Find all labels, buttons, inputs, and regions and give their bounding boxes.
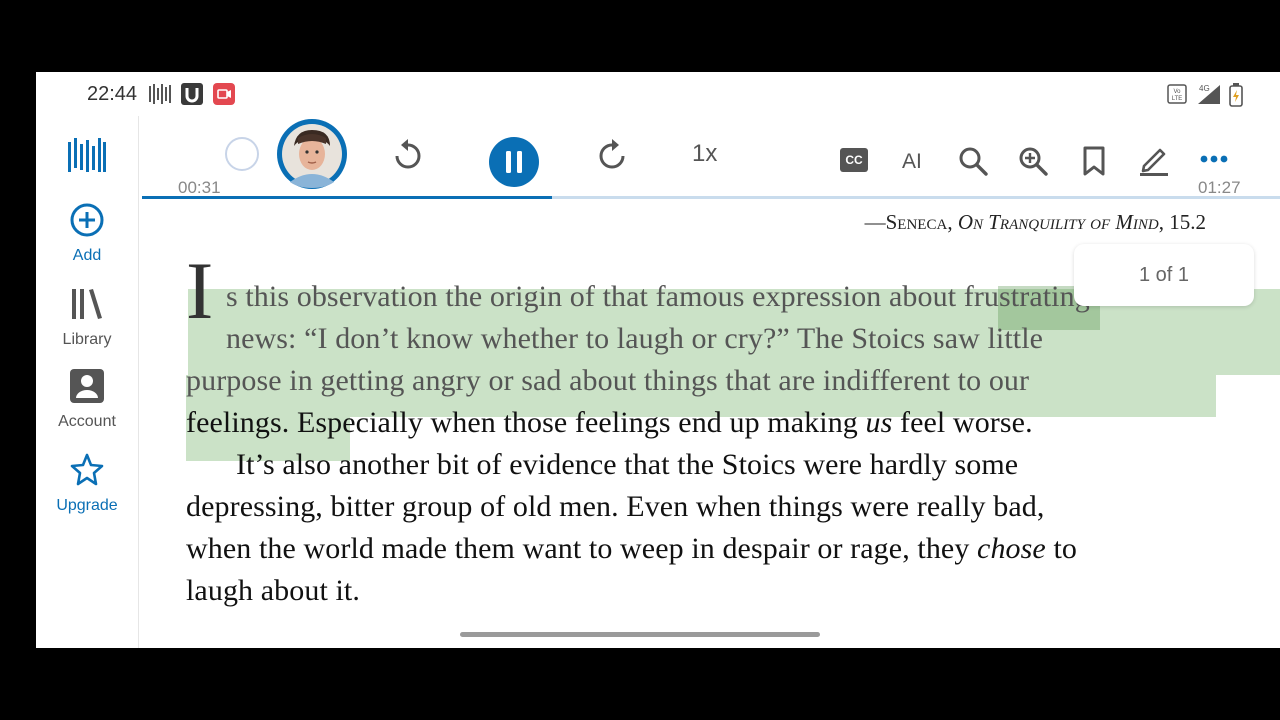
svg-text:LTE: LTE bbox=[1172, 96, 1183, 102]
closed-captions-icon[interactable]: CC bbox=[840, 148, 868, 172]
ai-button[interactable]: AI bbox=[902, 150, 922, 174]
highlight-pen-icon[interactable] bbox=[1138, 144, 1170, 176]
sidebar-item-label: Upgrade bbox=[56, 497, 118, 514]
quote-dash: — bbox=[864, 210, 886, 234]
playback-progress-track[interactable] bbox=[142, 196, 1280, 199]
sidebar-item-library[interactable]: Library bbox=[36, 286, 138, 349]
text-line: depressing, bitter group of old men. Eve… bbox=[186, 490, 1045, 523]
search-result-text: 1 of 1 bbox=[1138, 263, 1190, 286]
text-line: purpose in getting angry or sad about th… bbox=[186, 364, 1030, 397]
screen-record-icon bbox=[213, 83, 235, 105]
text-line: laugh about it. bbox=[186, 574, 360, 607]
voice-selector-ring[interactable] bbox=[224, 136, 260, 172]
text-emphasis: us bbox=[865, 406, 893, 439]
gesture-home-bar[interactable] bbox=[460, 632, 820, 637]
network-label: 4G bbox=[1199, 84, 1210, 93]
avatar[interactable] bbox=[274, 116, 350, 192]
pause-icon[interactable] bbox=[488, 136, 540, 188]
text-run: when the world made them want to weep in… bbox=[186, 532, 978, 565]
plus-circle-icon bbox=[70, 203, 104, 237]
text-run: to bbox=[1045, 532, 1077, 565]
app-logo-icon[interactable] bbox=[68, 136, 106, 174]
sidebar-item-label: Library bbox=[62, 331, 112, 348]
drop-cap: I bbox=[186, 245, 214, 336]
text-line: feelings. Especially when those feelings… bbox=[186, 406, 1033, 440]
text-line: news: “I don’t know whether to laugh or … bbox=[226, 322, 1044, 355]
sidebar-item-account[interactable]: Account bbox=[36, 368, 138, 431]
epigraph-attribution: —Seneca, On Tranquility of Mind, 15.2 bbox=[864, 210, 1206, 234]
svg-text:Vo: Vo bbox=[1173, 89, 1181, 95]
status-bar: 22:44 Vo LTE 4G bbox=[36, 72, 1280, 116]
library-icon bbox=[72, 289, 102, 319]
playback-speed-button[interactable]: 1x bbox=[692, 140, 717, 168]
quote-author: Seneca bbox=[885, 210, 948, 234]
text-line: It’s also another bit of evidence that t… bbox=[236, 448, 1019, 481]
search-result-counter: 1 of 1 bbox=[1074, 244, 1254, 306]
app-screen: 22:44 Vo LTE 4G Add Library Account Upgr… bbox=[36, 72, 1280, 648]
battery-charging-icon bbox=[1229, 83, 1243, 107]
text-line: s this observation the origin of that fa… bbox=[226, 280, 1090, 313]
reading-pane: —Seneca, On Tranquility of Mind, 15.2 I … bbox=[140, 200, 1280, 648]
text-run: feel worse. bbox=[892, 406, 1033, 439]
bookmark-icon[interactable] bbox=[1082, 146, 1106, 176]
audio-player: 00:31 01:27 1x CC AI bbox=[140, 116, 1280, 200]
sidebar: Add Library Account Upgrade bbox=[36, 116, 139, 648]
sidebar-item-label: Account bbox=[58, 413, 116, 430]
remaining-time: 01:27 bbox=[1198, 178, 1241, 197]
u-app-icon bbox=[181, 83, 203, 105]
cc-label: CC bbox=[845, 153, 863, 167]
signal-4g-icon: 4G bbox=[1198, 84, 1220, 104]
playback-progress-fill bbox=[142, 196, 552, 199]
search-icon[interactable] bbox=[958, 146, 988, 176]
star-icon bbox=[70, 453, 104, 486]
account-icon bbox=[70, 369, 104, 403]
elapsed-time: 00:31 bbox=[178, 178, 221, 197]
rewind-icon[interactable] bbox=[392, 138, 424, 172]
text-line: when the world made them want to weep in… bbox=[186, 532, 1077, 566]
quote-reference: , 15.2 bbox=[1158, 210, 1206, 234]
status-time: 22:44 bbox=[87, 83, 138, 105]
volte-icon: Vo LTE bbox=[1167, 84, 1187, 104]
forward-icon[interactable] bbox=[596, 138, 628, 172]
sidebar-item-add[interactable]: Add bbox=[36, 202, 138, 265]
text-emphasis: chose bbox=[977, 532, 1046, 565]
quote-work: On Tranquility of Mind bbox=[957, 210, 1159, 234]
text-run: feelings. Especially when those feelings… bbox=[186, 406, 866, 439]
more-icon[interactable] bbox=[1200, 154, 1228, 164]
zoom-in-icon[interactable] bbox=[1018, 146, 1048, 176]
sidebar-item-upgrade[interactable]: Upgrade bbox=[36, 452, 138, 515]
sidebar-item-label: Add bbox=[72, 247, 102, 264]
waveform-app-icon bbox=[149, 84, 171, 104]
